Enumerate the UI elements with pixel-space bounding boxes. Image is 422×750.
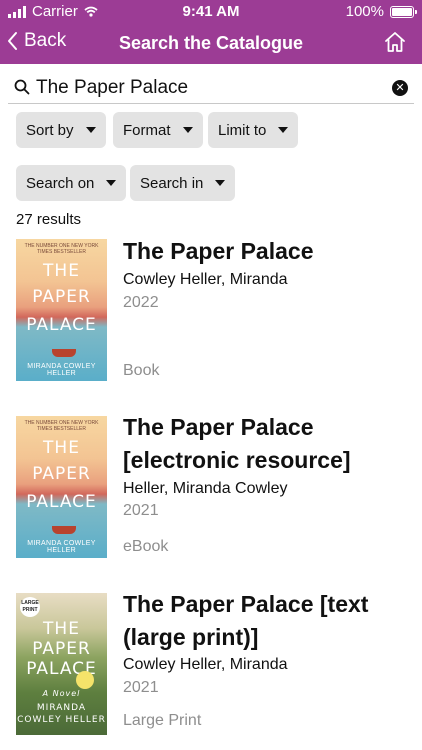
caret-down-icon	[182, 127, 193, 133]
result-title[interactable]: The Paper Palace	[123, 235, 413, 268]
battery-indicator: 100%	[345, 3, 417, 20]
result-format: Large Print	[123, 712, 202, 729]
caret-down-icon	[106, 180, 117, 186]
result-author: Cowley Heller, Miranda	[123, 656, 288, 673]
book-cover: THE NUMBER ONE NEW YORK TIMES BESTSELLER…	[16, 416, 107, 558]
clear-search-icon[interactable]: ✕	[392, 80, 408, 96]
award-sticker	[76, 671, 94, 689]
sort-by-label: Sort by	[26, 121, 74, 139]
result-title[interactable]: The Paper Palace [electronic resource]	[123, 411, 413, 477]
result-author: Cowley Heller, Miranda	[123, 271, 288, 288]
result-format: Book	[123, 362, 160, 379]
book-cover: LARGE PRINT THE PAPER PALACE A Novel MIR…	[16, 593, 107, 735]
caret-down-icon	[215, 180, 226, 186]
result-author: Heller, Miranda Cowley	[123, 480, 288, 497]
caret-down-icon	[278, 127, 289, 133]
home-icon[interactable]	[384, 31, 406, 53]
boat-illustration	[52, 526, 76, 534]
result-year: 2021	[123, 679, 159, 696]
search-in-button[interactable]: Search in	[130, 165, 236, 201]
nav-bar: Back Search the Catalogue	[0, 24, 422, 64]
page-title: Search the Catalogue	[118, 33, 304, 53]
search-in-label: Search in	[140, 174, 204, 192]
battery-icon	[390, 5, 417, 18]
search-icon	[14, 79, 30, 95]
format-button[interactable]: Format	[113, 112, 203, 148]
search-on-button[interactable]: Search on	[16, 165, 127, 201]
app-header: Carrier 9:41 AM 100% Back Search the Cat…	[0, 0, 422, 64]
limit-to-label: Limit to	[218, 121, 267, 139]
result-year: 2021	[123, 502, 159, 519]
limit-to-button[interactable]: Limit to	[208, 112, 299, 148]
result-format: eBook	[123, 538, 169, 555]
search-bar: ✕	[8, 72, 414, 104]
sort-by-button[interactable]: Sort by	[16, 112, 106, 148]
search-input[interactable]	[36, 74, 376, 102]
battery-percent: 100%	[345, 3, 384, 20]
result-year: 2022	[123, 294, 159, 311]
book-cover: THE NUMBER ONE NEW YORK TIMES BESTSELLER…	[16, 239, 107, 381]
format-label: Format	[123, 121, 171, 139]
status-bar: Carrier 9:41 AM 100%	[0, 0, 422, 24]
boat-illustration	[52, 349, 76, 357]
result-title[interactable]: The Paper Palace [text (large print)]	[123, 588, 413, 654]
results-count: 27 results	[16, 211, 82, 228]
search-on-label: Search on	[26, 174, 95, 192]
large-print-badge: LARGE PRINT	[20, 597, 40, 617]
caret-down-icon	[85, 127, 96, 133]
